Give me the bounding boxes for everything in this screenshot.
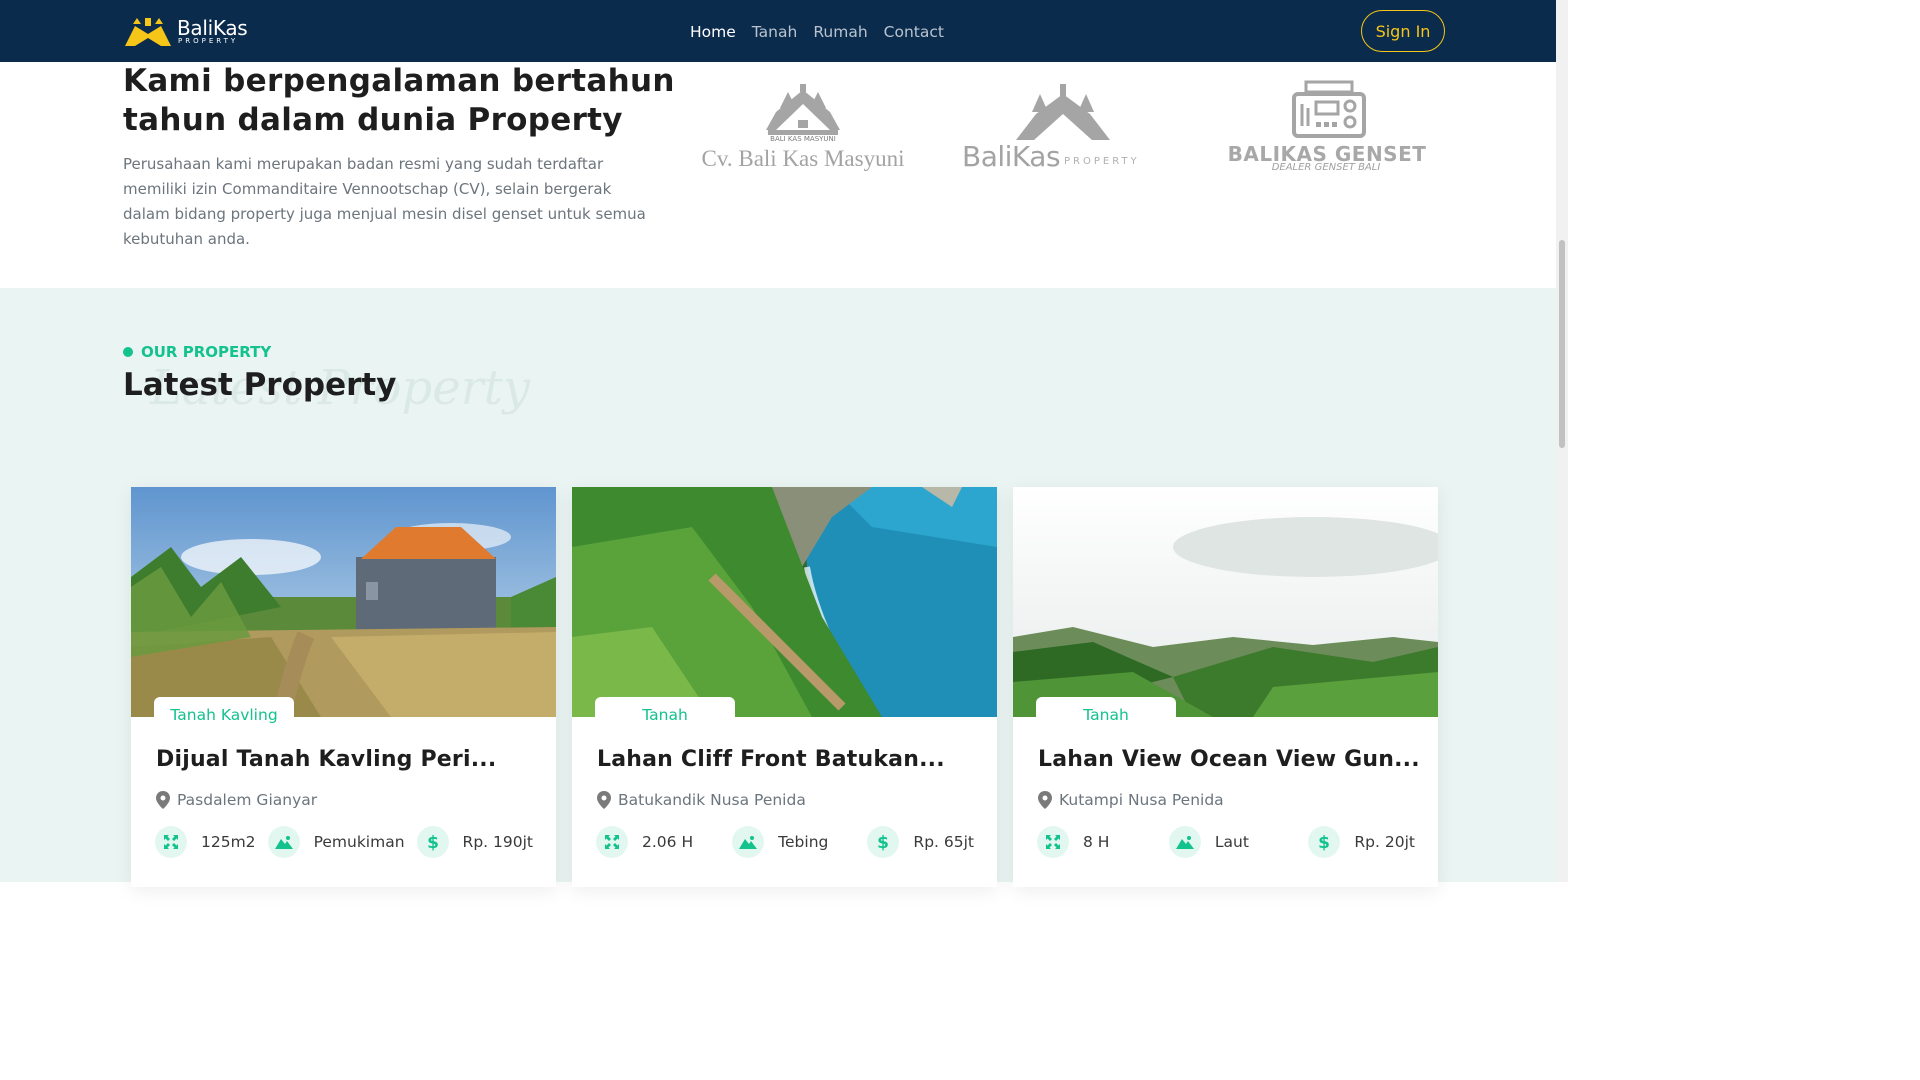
main-nav: Home Tanah Rumah Contact — [690, 23, 944, 41]
generator-icon — [1292, 80, 1366, 138]
logo-small-text: BALI KAS MASYUNI — [770, 135, 836, 143]
property-title[interactable]: Lahan Cliff Front Batukan... — [597, 747, 977, 772]
feature-price: $ Rp. 65jt — [867, 826, 974, 858]
section-eyebrow: OUR PROPERTY — [123, 343, 271, 361]
partner-logo-cv-balikas: BALI KAS MASYUNI Cv. Bali Kas Masyuni — [696, 82, 910, 177]
property-features: 2.06 H Tebing $ Rp. 65jt — [596, 826, 974, 858]
feature-area: 8 H — [1037, 826, 1109, 858]
feature-area: 125m2 — [155, 826, 256, 858]
nav-rumah[interactable]: Rumah — [813, 23, 867, 41]
expand-icon — [1037, 826, 1069, 858]
property-category-tag: Tanah Kavling — [154, 697, 294, 733]
brand-logo[interactable]: BaliKas PROPERTY — [123, 14, 253, 48]
mountain-icon — [267, 826, 300, 858]
mountain-icon — [1168, 826, 1201, 858]
feature-value: Tebing — [778, 833, 829, 851]
nav-tanah[interactable]: Tanah — [752, 23, 798, 41]
mountain-icon — [732, 826, 765, 858]
sign-in-button[interactable]: Sign In — [1361, 10, 1445, 52]
svg-text:$: $ — [427, 833, 439, 851]
about-title: Kami berpengalaman bertahun tahun dalam … — [123, 63, 675, 138]
property-location: Batukandik Nusa Penida — [597, 791, 806, 809]
nav-home[interactable]: Home — [690, 23, 736, 41]
vertical-scrollbar[interactable] — [1556, 0, 1568, 882]
property-location: Pasdalem Gianyar — [156, 791, 317, 809]
logo-name: BaliKas — [962, 140, 1061, 173]
scrollbar-thumb[interactable] — [1559, 240, 1565, 448]
expand-icon — [596, 826, 628, 858]
logo-subtitle: PROPERTY — [1064, 156, 1140, 167]
property-card[interactable]: Tanah Kavling Dijual Tanah Kavling Peri.… — [131, 487, 556, 887]
feature-type: Tebing — [732, 826, 828, 858]
feature-type: Laut — [1168, 826, 1249, 858]
location-text: Pasdalem Gianyar — [177, 791, 318, 809]
feature-value: Rp. 190jt — [462, 833, 533, 851]
feature-type: Pemukiman — [267, 826, 405, 858]
svg-text:$: $ — [878, 833, 890, 851]
location-text: Batukandik Nusa Penida — [618, 791, 806, 809]
dollar-icon: $ — [867, 826, 900, 858]
feature-value: 125m2 — [201, 833, 256, 851]
logo-name: Cv. Bali Kas Masyuni — [701, 146, 905, 171]
feature-value: Rp. 20jt — [1354, 833, 1415, 851]
property-image[interactable] — [1013, 487, 1438, 717]
property-location: Kutampi Nusa Penida — [1038, 791, 1224, 809]
property-title[interactable]: Lahan View Ocean View Gun... — [1038, 747, 1418, 772]
location-text: Kutampi Nusa Penida — [1059, 791, 1224, 809]
property-card[interactable]: Tanah Lahan Cliff Front Batukan... Batuk… — [572, 487, 997, 887]
dollar-icon: $ — [416, 826, 449, 858]
partner-logo-balikas-property: BaliKas PROPERTY — [960, 82, 1165, 177]
map-pin-icon — [597, 791, 611, 809]
dollar-icon: $ — [1308, 826, 1341, 858]
feature-price: $ Rp. 190jt — [416, 826, 533, 858]
property-features: 125m2 Pemukiman $ Rp. 190jt — [155, 826, 533, 858]
brand-subtitle: PROPERTY — [178, 37, 239, 45]
brand-mark-icon — [125, 18, 171, 46]
feature-value: 2.06 H — [642, 833, 694, 851]
feature-value: Pemukiman — [313, 833, 405, 851]
expand-icon — [155, 826, 187, 858]
svg-text:$: $ — [1318, 833, 1330, 851]
property-title[interactable]: Dijual Tanah Kavling Peri... — [156, 747, 536, 772]
feature-value: Laut — [1214, 833, 1249, 851]
feature-area: 2.06 H — [596, 826, 693, 858]
feature-price: $ Rp. 20jt — [1308, 826, 1415, 858]
property-features: 8 H Laut $ Rp. 20jt — [1037, 826, 1415, 858]
property-category-tag: Tanah — [595, 697, 735, 733]
feature-value: 8 H — [1083, 833, 1110, 851]
nav-contact[interactable]: Contact — [884, 23, 944, 41]
property-category-tag: Tanah — [1036, 697, 1176, 733]
eyebrow-label: OUR PROPERTY — [141, 343, 272, 361]
map-pin-icon — [1038, 791, 1052, 809]
property-image[interactable] — [572, 487, 997, 717]
dot-icon — [123, 347, 133, 357]
about-description: Perusahaan kami merupakan badan resmi ya… — [123, 155, 646, 248]
partner-logo-balikas-genset: BALIKAS GENSET DEALER GENSET BALI — [1206, 80, 1446, 177]
property-image[interactable] — [131, 487, 556, 717]
navbar: BaliKas PROPERTY Home Tanah Rumah Contac… — [0, 0, 1556, 62]
section-title: Latest Property — [123, 367, 397, 403]
temple-house-icon — [1016, 84, 1110, 140]
temple-house-icon — [766, 84, 840, 135]
feature-value: Rp. 65jt — [913, 833, 974, 851]
property-card[interactable]: Tanah Lahan View Ocean View Gun... Kutam… — [1013, 487, 1438, 887]
map-pin-icon — [156, 791, 170, 809]
logo-subtitle: DEALER GENSET BALI — [1271, 162, 1381, 173]
